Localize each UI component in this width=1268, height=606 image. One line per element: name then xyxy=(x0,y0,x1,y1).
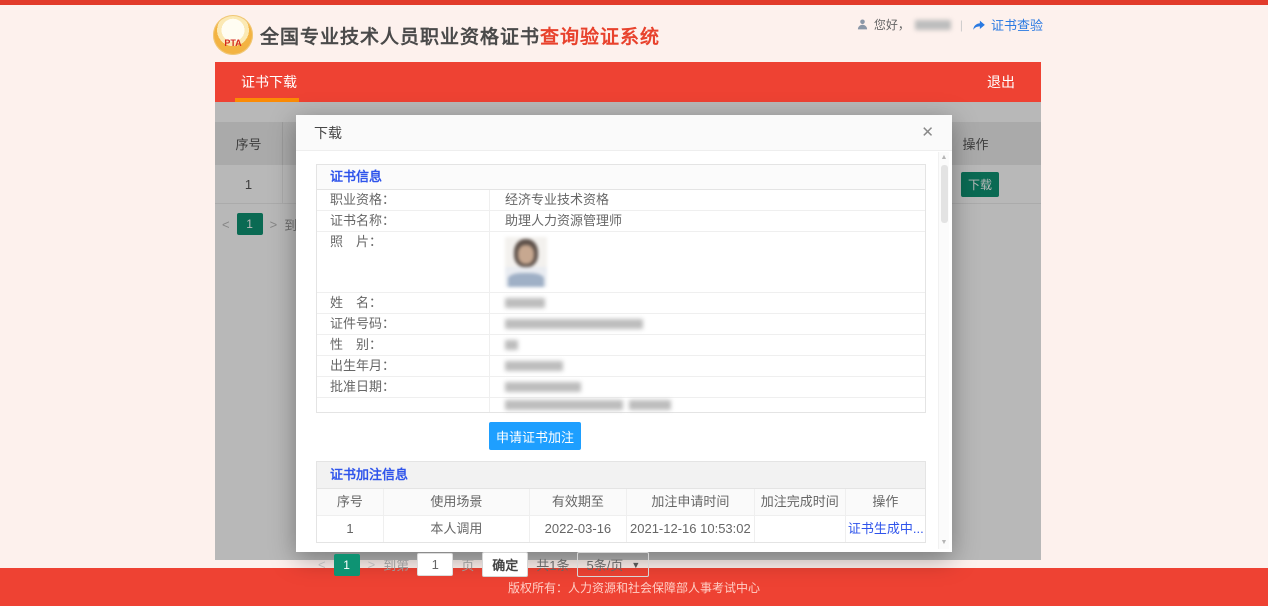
cert-row-cert-name: 证书名称： 助理人力资源管理师 xyxy=(317,211,925,232)
scrollbar-thumb[interactable] xyxy=(941,165,948,223)
cert-info-section: 证书信息 职业资格： 经济专业技术资格 证书名称： 助理人力资源管理师 照 片： xyxy=(316,164,926,413)
next-page-arrow[interactable]: > xyxy=(368,557,376,572)
cert-generating-link[interactable]: 证书生成中... xyxy=(846,516,925,542)
annotation-table-header: 序号 使用场景 有效期至 加注申请时间 加注完成时间 操作 xyxy=(317,489,925,516)
page-title-main: 全国专业技术人员职业资格证书 xyxy=(260,27,540,48)
scroll-down-icon[interactable]: ▼ xyxy=(939,538,949,548)
user-bar: 您好， | 证书查验 xyxy=(856,15,1043,34)
cell-index: 1 xyxy=(317,516,384,542)
greeting-text: 您好， xyxy=(874,16,910,33)
col-apply-time: 加注申请时间 xyxy=(627,489,755,515)
cell-valid-until: 2022-03-16 xyxy=(530,516,627,542)
user-icon xyxy=(856,18,869,31)
annotation-table-row: 1 本人调用 2022-03-16 2021-12-16 10:53:02 证书… xyxy=(317,516,925,542)
page-unit-label: 页 xyxy=(461,555,474,574)
cell-complete-time xyxy=(755,516,846,542)
cert-row-approval-date: 批准日期： xyxy=(317,377,925,398)
redacted-username xyxy=(915,20,951,30)
cert-verify-link[interactable]: 证书查验 xyxy=(991,15,1043,34)
redacted-gender xyxy=(505,340,518,350)
page-number-input[interactable] xyxy=(417,553,453,576)
field-label: 证书名称： xyxy=(317,211,490,231)
field-value xyxy=(490,314,925,334)
col-complete-time: 加注完成时间 xyxy=(755,489,846,515)
page-title: 全国专业技术人员职业资格证书查询验证系统 xyxy=(260,22,660,49)
page-size-value: 5条/页 xyxy=(586,555,623,574)
logout-button[interactable]: 退出 xyxy=(987,72,1015,92)
col-index: 序号 xyxy=(317,489,384,515)
annotation-section-title: 证书加注信息 xyxy=(317,462,925,489)
cert-info-section-title: 证书信息 xyxy=(317,165,925,190)
pta-logo: PTA xyxy=(213,15,253,55)
redacted-birth-date xyxy=(505,361,563,371)
tab-cert-download-label: 证书下载 xyxy=(241,72,297,92)
field-label: 出生年月： xyxy=(317,356,490,376)
field-value: 经济专业技术资格 xyxy=(490,190,925,210)
field-value xyxy=(490,377,925,397)
field-label: 姓 名： xyxy=(317,293,490,313)
cert-row-extra xyxy=(317,398,925,412)
page-size-select[interactable]: 5条/页 ▼ xyxy=(577,552,649,577)
separator: | xyxy=(960,18,963,32)
annotation-section: 证书加注信息 序号 使用场景 有效期至 加注申请时间 加注完成时间 操作 1 本… xyxy=(316,461,926,543)
cert-row-name: 姓 名： xyxy=(317,293,925,314)
cert-row-qualification: 职业资格： 经济专业技术资格 xyxy=(317,190,925,211)
scroll-up-icon[interactable]: ▲ xyxy=(939,153,949,163)
confirm-page-button[interactable]: 确定 xyxy=(482,552,528,577)
redacted-approval-date xyxy=(505,382,581,392)
site-header: PTA 全国专业技术人员职业资格证书查询验证系统 您好， | 证书查验 xyxy=(0,5,1268,62)
copyright-text: 版权所有：人力资源和社会保障部人事考试中心 xyxy=(508,579,760,596)
certificate-photo xyxy=(505,237,547,287)
field-value xyxy=(490,232,925,292)
cert-row-gender: 性 别： xyxy=(317,335,925,356)
share-arrow-icon xyxy=(972,18,986,32)
page-title-accent: 查询验证系统 xyxy=(540,27,660,48)
apply-annotation-button[interactable]: 申请证书加注 xyxy=(489,422,581,450)
modal-scrollbar[interactable]: ▲ ▼ xyxy=(938,152,949,549)
col-valid-until: 有效期至 xyxy=(530,489,627,515)
redacted-extra-info-2 xyxy=(629,400,671,410)
field-label: 性 别： xyxy=(317,335,490,355)
total-count-label: 共1条 xyxy=(536,555,569,574)
cert-row-id-number: 证件号码： xyxy=(317,314,925,335)
tab-cert-download[interactable]: 证书下载 xyxy=(241,62,297,102)
prev-page-arrow[interactable]: < xyxy=(318,557,326,572)
nav-bar: 证书下载 退出 xyxy=(215,62,1041,102)
page: PTA 全国专业技术人员职业资格证书查询验证系统 您好， | 证书查验 证书下载… xyxy=(0,0,1268,606)
redacted-id-number xyxy=(505,319,643,329)
col-action: 操作 xyxy=(846,489,925,515)
field-label: 证件号码： xyxy=(317,314,490,334)
cert-row-photo: 照 片： xyxy=(317,232,925,293)
field-value xyxy=(490,293,925,313)
col-scene: 使用场景 xyxy=(384,489,530,515)
brand: PTA 全国专业技术人员职业资格证书查询验证系统 xyxy=(213,15,660,55)
redacted-extra-info xyxy=(505,400,623,410)
page-1-button[interactable]: 1 xyxy=(334,554,360,576)
goto-label: 到第 xyxy=(383,555,409,574)
close-icon[interactable]: ✕ xyxy=(921,125,934,140)
field-value: 助理人力资源管理师 xyxy=(490,211,925,231)
cell-scene: 本人调用 xyxy=(384,516,530,542)
pta-logo-text: PTA xyxy=(224,38,241,48)
modal-pagination: < 1 > 到第 页 确定 共1条 5条/页 ▼ xyxy=(318,552,926,577)
field-label: 职业资格： xyxy=(317,190,490,210)
download-modal: 下载 ✕ 证书信息 职业资格： 经济专业技术资格 证书名称： 助理人力资源管理师… xyxy=(296,115,952,552)
redacted-name xyxy=(505,298,545,308)
cert-row-birth: 出生年月： xyxy=(317,356,925,377)
field-label: 批准日期： xyxy=(317,377,490,397)
field-value xyxy=(490,356,925,376)
field-label xyxy=(317,398,490,412)
field-value xyxy=(490,398,925,412)
cell-apply-time: 2021-12-16 10:53:02 xyxy=(627,516,755,542)
modal-body: 证书信息 职业资格： 经济专业技术资格 证书名称： 助理人力资源管理师 照 片： xyxy=(296,151,952,577)
modal-title: 下载 xyxy=(314,123,342,143)
field-value xyxy=(490,335,925,355)
chevron-down-icon: ▼ xyxy=(631,560,640,570)
modal-title-bar: 下载 ✕ xyxy=(296,115,952,151)
field-label: 照 片： xyxy=(317,232,490,292)
